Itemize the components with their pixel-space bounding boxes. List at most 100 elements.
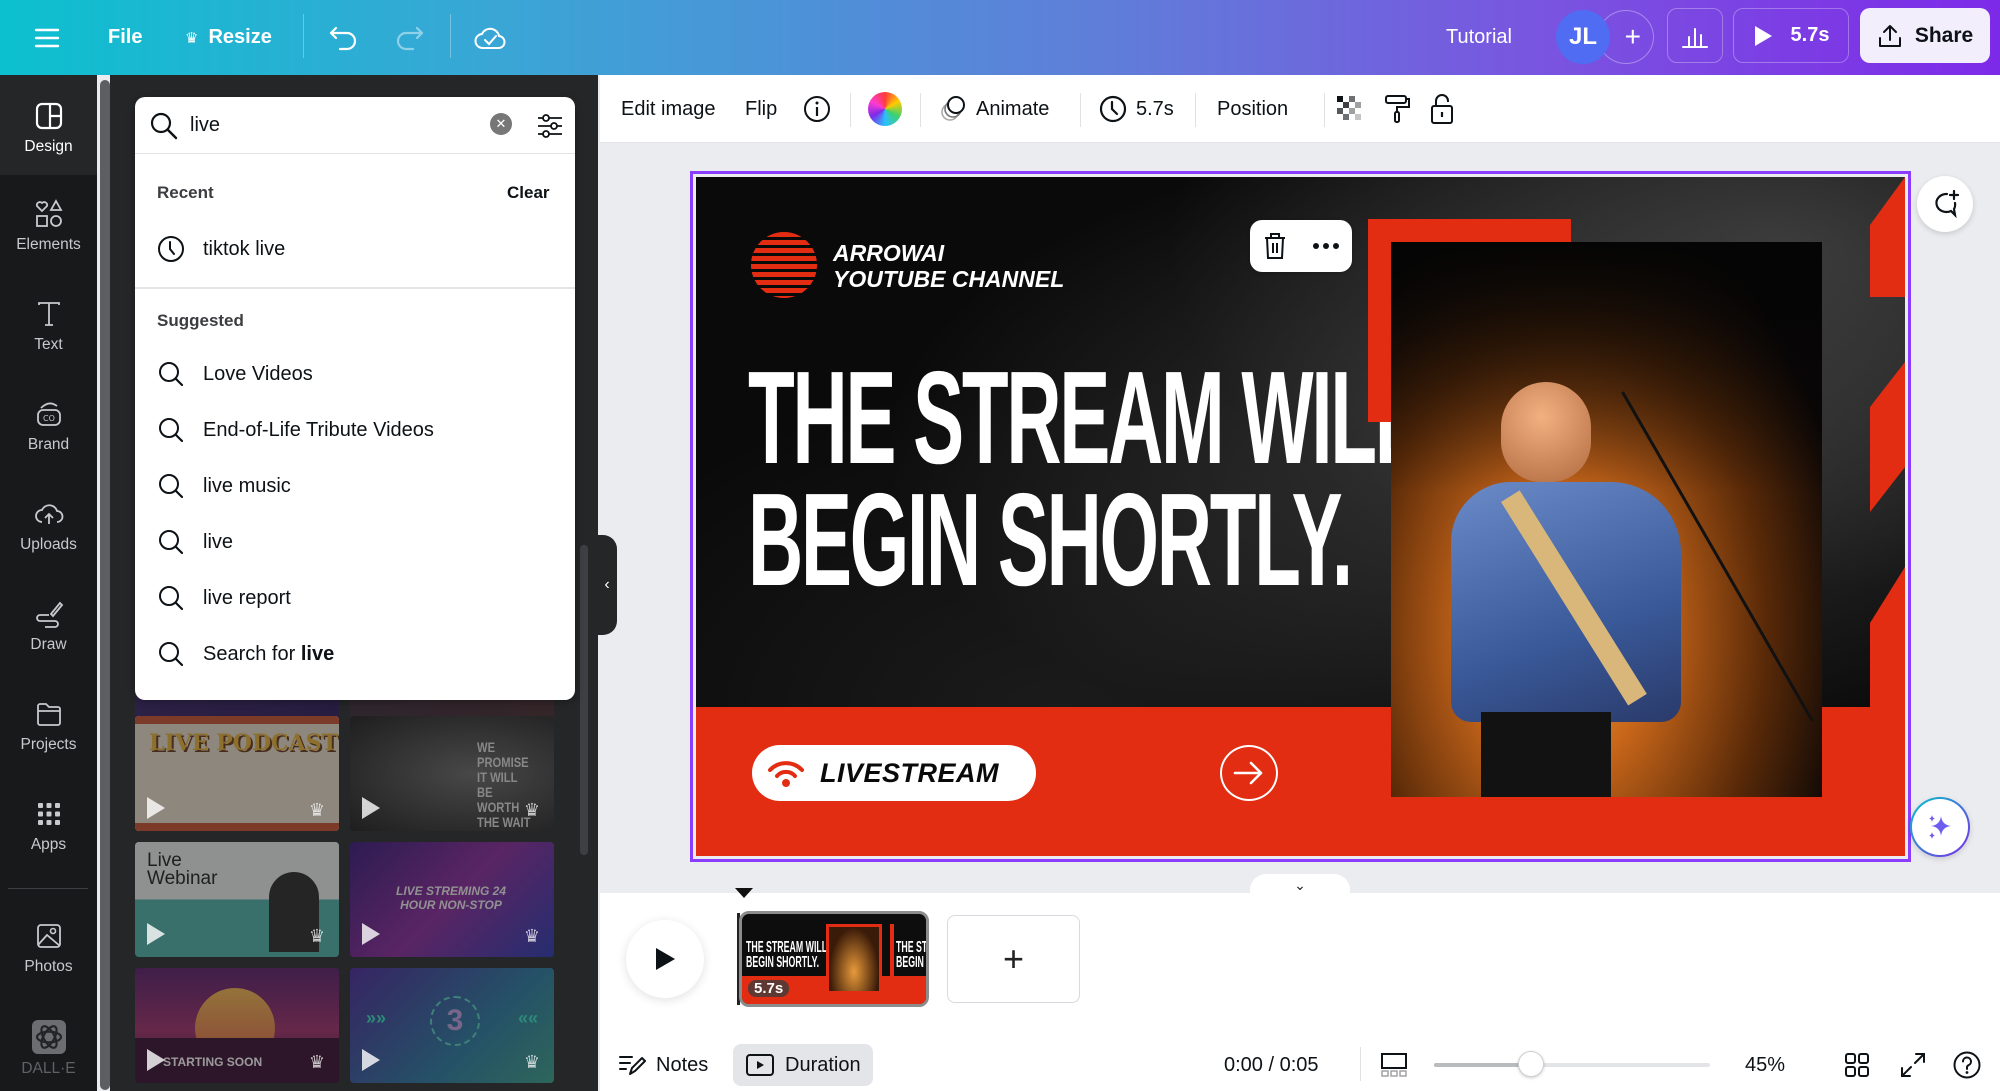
- zoom-percentage[interactable]: 45%: [1745, 1044, 1785, 1086]
- add-comment-button[interactable]: [1917, 176, 1973, 232]
- guitarist-photo[interactable]: [1391, 242, 1822, 797]
- playhead-marker[interactable]: [735, 888, 753, 898]
- animate-button[interactable]: Animate: [938, 75, 1049, 143]
- suggestion-item[interactable]: live: [157, 519, 557, 565]
- color-wheel-icon: [868, 92, 902, 126]
- notes-button[interactable]: Notes: [618, 1044, 708, 1086]
- search-for-item[interactable]: Search for live: [157, 631, 557, 677]
- page-layout-icon: [1381, 1053, 1407, 1077]
- play-icon: [362, 797, 380, 819]
- template-thumbnail[interactable]: LIVE STREMING 24 HOUR NON-STOP ♛: [350, 842, 554, 957]
- rail-item-brand[interactable]: CO Brand: [0, 398, 97, 454]
- rail-item-uploads[interactable]: Uploads: [0, 498, 97, 554]
- rail-item-text[interactable]: Text: [0, 298, 97, 354]
- lock-button[interactable]: [1428, 75, 1456, 143]
- notes-icon: [619, 1056, 646, 1075]
- search-input[interactable]: [190, 109, 490, 141]
- share-button[interactable]: Share: [1860, 8, 1990, 63]
- fullscreen-button[interactable]: [1899, 1044, 1927, 1086]
- save-status-button[interactable]: [473, 0, 507, 75]
- magic-assistant-button[interactable]: [1910, 797, 1970, 857]
- transparency-icon: [1337, 96, 1361, 120]
- headline-text[interactable]: THE STREAM WILL BEGIN SHORTLY.: [748, 352, 1421, 606]
- color-button[interactable]: [868, 75, 902, 143]
- search-icon: [159, 530, 184, 555]
- recent-search-item[interactable]: tiktok live: [157, 226, 557, 272]
- rail-item-design[interactable]: Design: [0, 100, 97, 156]
- tutorial-link[interactable]: Tutorial: [1446, 0, 1512, 75]
- template-thumbnail[interactable]: WE PROMISE IT WILL BE WORTH THE WAIT ♛: [350, 716, 554, 831]
- rail-item-dalle[interactable]: DALL·E: [0, 1020, 97, 1078]
- template-thumbnail[interactable]: 3 »» «« ♛: [350, 968, 554, 1083]
- divider: [135, 287, 575, 289]
- filter-sliders-icon[interactable]: [535, 111, 565, 141]
- panel-scrollbar[interactable]: [580, 545, 588, 855]
- collapse-timeline-button[interactable]: ⌄: [1250, 874, 1350, 896]
- rail-item-photos[interactable]: Photos: [0, 920, 97, 976]
- search-dropdown: ✕ Recent Clear tiktok live Suggested Lov…: [135, 97, 575, 700]
- duration-button[interactable]: Duration: [733, 1044, 873, 1086]
- divider: [920, 93, 921, 127]
- zoom-slider[interactable]: [1434, 1051, 1710, 1077]
- clock-icon: [158, 236, 184, 262]
- file-menu-button[interactable]: File: [108, 0, 142, 75]
- uploads-icon: [34, 504, 63, 524]
- template-thumbnail[interactable]: Live Webinar ♛: [135, 842, 339, 957]
- rail-scrollbar[interactable]: [100, 80, 110, 1090]
- page-grid-button[interactable]: [1843, 1044, 1871, 1086]
- apps-icon: [37, 803, 60, 825]
- suggestion-item[interactable]: live report: [157, 575, 557, 621]
- redo-button[interactable]: [393, 0, 425, 75]
- play-button[interactable]: [626, 920, 704, 998]
- edit-image-button[interactable]: Edit image: [621, 75, 716, 143]
- suggestion-item[interactable]: Love Videos: [157, 351, 557, 397]
- arrow-right-circle-icon[interactable]: [1220, 745, 1278, 801]
- rail-item-apps[interactable]: Apps: [0, 798, 97, 854]
- zoom-slider-knob[interactable]: [1517, 1051, 1544, 1077]
- suggestion-item[interactable]: live music: [157, 463, 557, 509]
- divider: [1360, 1047, 1361, 1081]
- suggestion-item[interactable]: End-of-Life Tribute Videos: [157, 407, 557, 453]
- info-button[interactable]: [802, 75, 832, 143]
- premium-crown-icon: ♛: [523, 926, 540, 946]
- insights-button[interactable]: [1667, 8, 1723, 63]
- design-canvas[interactable]: ARROWAI YOUTUBE CHANNEL THE STREAM WILL …: [696, 177, 1905, 856]
- transparency-button[interactable]: [1335, 75, 1365, 143]
- template-thumbnail[interactable]: STARTING SOON ♛: [135, 968, 339, 1083]
- logo-mark[interactable]: [751, 232, 817, 298]
- flip-button[interactable]: Flip: [745, 75, 777, 143]
- help-button[interactable]: [1952, 1044, 1982, 1086]
- timing-button[interactable]: 5.7s: [1098, 75, 1174, 143]
- playback-time: 0:00 / 0:05: [1224, 1053, 1319, 1076]
- present-button[interactable]: 5.7s: [1733, 8, 1849, 63]
- more-options-icon[interactable]: [1312, 242, 1340, 250]
- search-bar: ✕: [135, 97, 575, 154]
- design-icon: [35, 102, 62, 130]
- clear-search-button[interactable]: ✕: [490, 113, 512, 135]
- rail-item-elements[interactable]: Elements: [0, 198, 97, 254]
- timeline-clip[interactable]: THE STREAM WILL BEGIN SHORTLY. THE ST BEG…: [739, 911, 929, 1007]
- brand-text[interactable]: ARROWAI YOUTUBE CHANNEL: [833, 240, 1064, 292]
- add-page-button[interactable]: +: [947, 915, 1080, 1003]
- resize-button[interactable]: ♛ Resize: [185, 0, 272, 75]
- rail-item-projects[interactable]: Projects: [0, 698, 97, 754]
- main-menu-button[interactable]: [34, 0, 60, 75]
- expand-icon: [1901, 1053, 1925, 1077]
- info-icon: [804, 96, 830, 122]
- grid-view-toggle[interactable]: [1380, 1044, 1408, 1086]
- user-avatar[interactable]: JL: [1556, 10, 1610, 64]
- rail-item-draw[interactable]: Draw: [0, 598, 97, 654]
- animate-icon: [941, 96, 965, 121]
- play-icon: [656, 948, 675, 970]
- template-thumbnail[interactable]: LIVE PODCAST ♛: [135, 716, 339, 831]
- copy-style-button[interactable]: [1382, 75, 1412, 143]
- clear-recent-button[interactable]: Clear: [507, 183, 550, 203]
- position-button[interactable]: Position: [1217, 75, 1288, 143]
- undo-button[interactable]: [328, 0, 360, 75]
- collapse-panel-button[interactable]: ‹: [597, 535, 617, 635]
- rail-divider: [8, 888, 88, 889]
- sparkle-icon: [1929, 815, 1951, 839]
- crown-icon: ♛: [185, 29, 199, 47]
- livestream-pill[interactable]: LIVESTREAM: [752, 745, 1036, 801]
- trash-icon[interactable]: [1262, 231, 1288, 261]
